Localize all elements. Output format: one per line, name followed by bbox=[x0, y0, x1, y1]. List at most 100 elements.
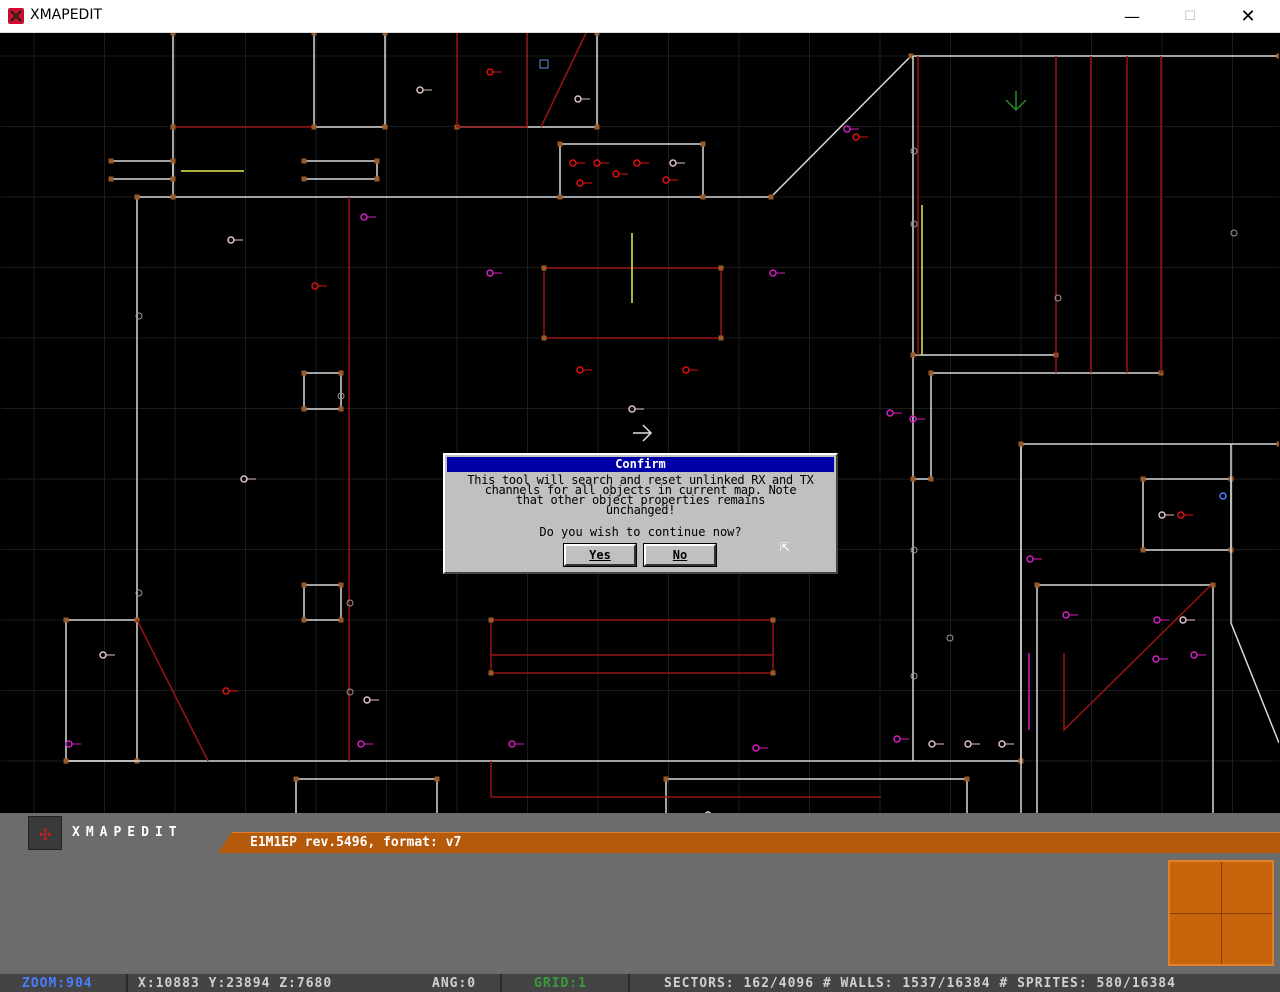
wall-vertex bbox=[108, 158, 114, 164]
wall-line bbox=[913, 373, 932, 480]
wall-vertex bbox=[301, 582, 307, 588]
sprite-marker bbox=[486, 68, 494, 76]
sprite-marker bbox=[769, 269, 777, 277]
wall-vertex bbox=[663, 776, 669, 782]
wall-vertex bbox=[301, 176, 307, 182]
wall-vertex bbox=[1276, 53, 1279, 59]
window-titlebar: XMAPEDIT — ☐ ✕ bbox=[0, 0, 1280, 33]
wall-line bbox=[303, 584, 342, 621]
sprite-marker bbox=[539, 59, 549, 69]
no-button[interactable]: No bbox=[643, 543, 717, 567]
wall-vertex bbox=[301, 617, 307, 623]
sprite-marker bbox=[346, 688, 354, 696]
wall-line bbox=[65, 33, 174, 762]
sprite-marker bbox=[363, 696, 371, 704]
sprite-marker bbox=[508, 740, 516, 748]
sprite-marker bbox=[416, 86, 424, 94]
grid-readout: GRID:1 bbox=[534, 976, 587, 991]
wall-vertex bbox=[382, 124, 388, 130]
maximize-button[interactable]: ☐ bbox=[1161, 0, 1219, 32]
dialog-question: Do you wish to continue now? bbox=[539, 525, 742, 539]
dialog-message-line: unchanged! bbox=[605, 503, 676, 517]
sprite-marker bbox=[346, 599, 354, 607]
wall-vertex bbox=[541, 335, 547, 341]
sprite-marker bbox=[360, 213, 368, 221]
sprite-marker bbox=[486, 269, 494, 277]
sprite-marker bbox=[893, 735, 901, 743]
wall-vertex bbox=[910, 352, 916, 358]
wall-line bbox=[540, 33, 587, 128]
wall-vertex bbox=[718, 335, 724, 341]
app-logo-icon: ✣ bbox=[28, 816, 62, 850]
info-bar-slant bbox=[218, 832, 232, 853]
wall-vertex bbox=[557, 141, 563, 147]
wall-vertex bbox=[700, 194, 706, 200]
dialog-message: This tool will search and reset unlinked… bbox=[451, 474, 830, 517]
wall-vertex bbox=[293, 776, 299, 782]
wall-line bbox=[1230, 444, 1279, 744]
sprite-marker bbox=[593, 159, 601, 167]
sprite-marker bbox=[1062, 611, 1070, 619]
wall-vertex bbox=[170, 194, 176, 200]
wall-line bbox=[456, 33, 528, 128]
mouse-cursor-icon: ⇱ bbox=[780, 536, 790, 555]
wall-line bbox=[304, 160, 378, 180]
direction-arrow-icon bbox=[633, 424, 653, 442]
app-icon bbox=[8, 8, 24, 24]
wall-line bbox=[313, 33, 386, 128]
sprite-marker bbox=[682, 366, 690, 374]
sprite-marker bbox=[852, 133, 860, 141]
wall-vertex bbox=[338, 582, 344, 588]
wall-vertex bbox=[134, 194, 140, 200]
zoom-readout: ZOOM:904 bbox=[22, 976, 93, 991]
sprite-marker bbox=[669, 159, 677, 167]
wall-vertex bbox=[768, 194, 774, 200]
angle-readout: ANG:0 bbox=[432, 976, 477, 991]
map-canvas[interactable] bbox=[1, 33, 1279, 833]
wall-line bbox=[490, 619, 774, 674]
wall-vertex bbox=[1034, 582, 1040, 588]
wall-vertex bbox=[488, 617, 494, 623]
wall-vertex bbox=[311, 33, 317, 36]
wall-vertex bbox=[557, 194, 563, 200]
sprite-marker bbox=[227, 236, 235, 244]
wall-vertex bbox=[311, 124, 317, 130]
close-button[interactable]: ✕ bbox=[1219, 0, 1277, 32]
wall-vertex bbox=[488, 670, 494, 676]
status-divider bbox=[628, 974, 630, 992]
cursor-coords-readout: X:10883 Y:23894 Z:7680 bbox=[138, 976, 333, 991]
minimap[interactable] bbox=[1168, 860, 1274, 966]
map-viewport[interactable] bbox=[1, 33, 1279, 833]
minimize-button[interactable]: — bbox=[1103, 0, 1161, 32]
sprite-marker bbox=[574, 95, 582, 103]
status-bar: ZOOM:904 X:10883 Y:23894 Z:7680 ANG:0 GR… bbox=[0, 973, 1280, 992]
status-divider bbox=[500, 974, 502, 992]
wall-vertex bbox=[718, 265, 724, 271]
wall-vertex bbox=[63, 617, 69, 623]
sprite-marker bbox=[1190, 651, 1198, 659]
map-info-text: E1M1EP rev.5496, format: v7 bbox=[250, 835, 462, 850]
wall-vertex bbox=[338, 370, 344, 376]
wall-line bbox=[559, 143, 704, 197]
sprite-marker bbox=[886, 409, 894, 417]
wall-vertex bbox=[170, 158, 176, 164]
confirm-dialog: Confirm This tool will search and reset … bbox=[443, 453, 838, 574]
sprite-marker bbox=[964, 740, 972, 748]
sprite-marker bbox=[910, 147, 918, 155]
wall-vertex bbox=[301, 158, 307, 164]
sprite-marker bbox=[1152, 655, 1160, 663]
wall-vertex bbox=[170, 124, 176, 130]
sprite-marker bbox=[1230, 229, 1238, 237]
sprite-marker bbox=[569, 159, 577, 167]
wall-vertex bbox=[1140, 476, 1146, 482]
sprite-marker bbox=[65, 740, 73, 748]
map-info-bar: E1M1EP rev.5496, format: v7 bbox=[232, 832, 1280, 853]
wall-vertex bbox=[374, 158, 380, 164]
start-arrow-icon bbox=[1005, 91, 1027, 112]
sprite-marker bbox=[1219, 492, 1227, 500]
window-title: XMAPEDIT bbox=[30, 7, 102, 23]
logo-text: XMAPEDIT bbox=[72, 825, 183, 840]
wall-vertex bbox=[770, 617, 776, 623]
yes-button[interactable]: Yes bbox=[563, 543, 637, 567]
status-divider bbox=[126, 974, 128, 992]
